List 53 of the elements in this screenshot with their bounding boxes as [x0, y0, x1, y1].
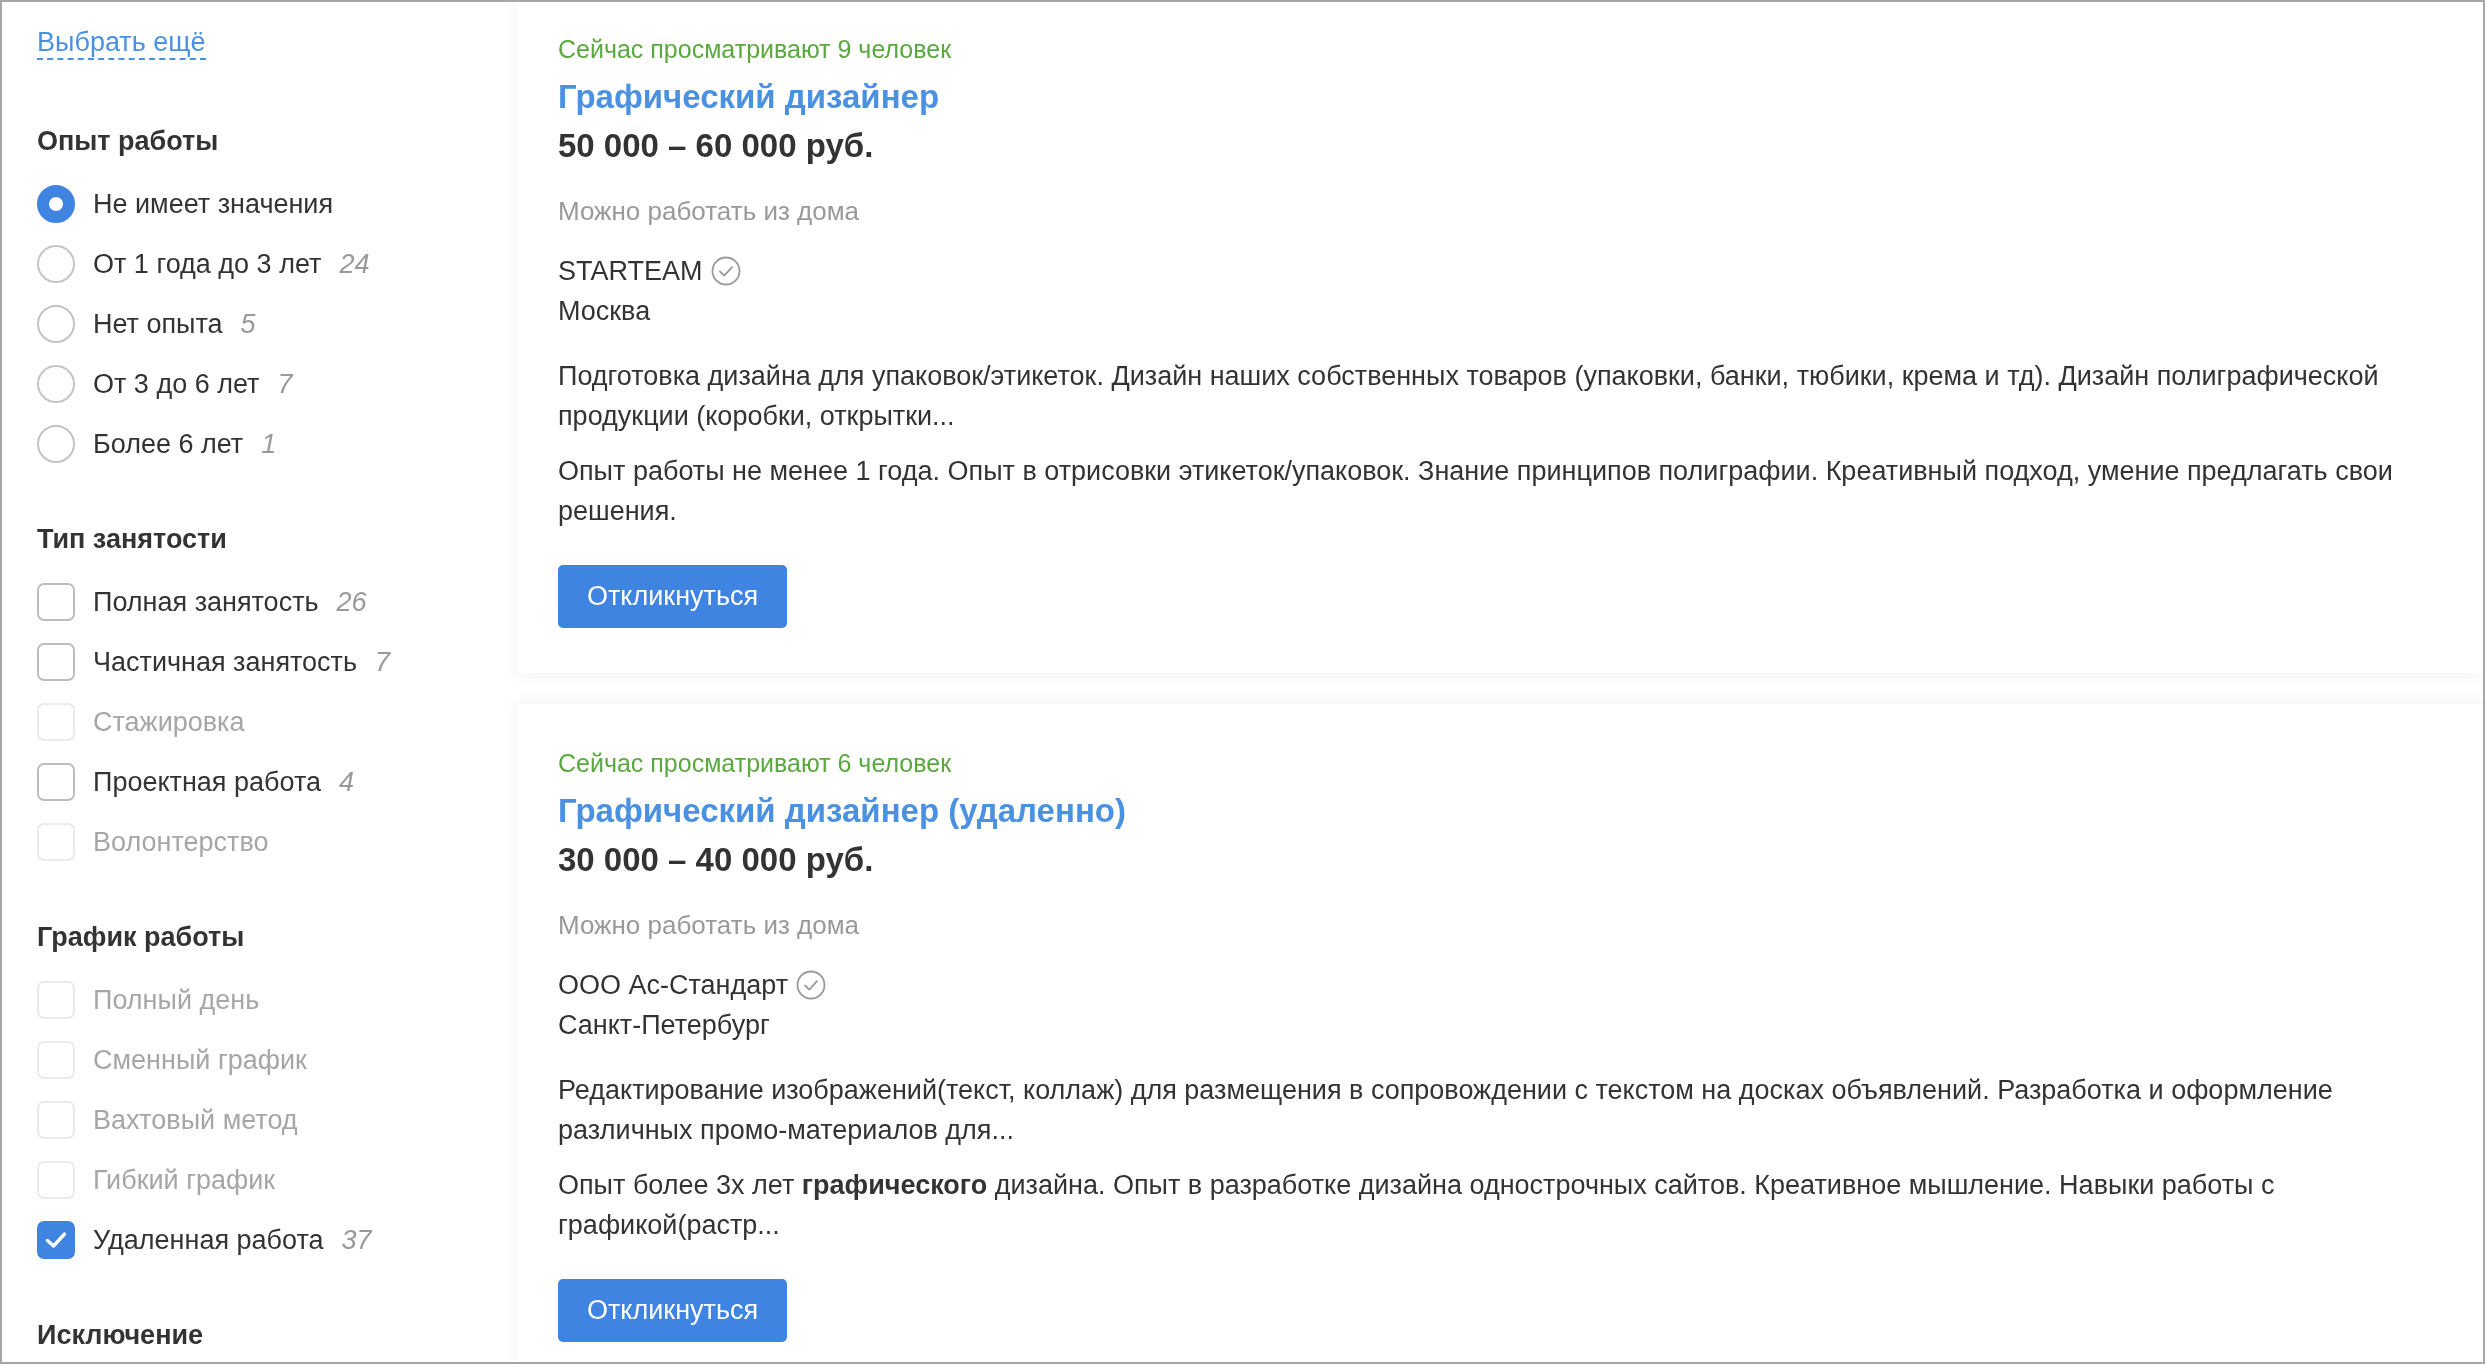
option-label: Вахтовый метод	[93, 1104, 298, 1137]
option-label[interactable]: Полная занятость	[93, 584, 319, 620]
radio-button[interactable]	[37, 365, 75, 403]
city-text: Санкт-Петербург	[558, 1009, 770, 1042]
option-label[interactable]: Частичная занятость	[93, 644, 357, 680]
checkbox[interactable]	[37, 643, 75, 681]
respond-button[interactable]: Откликнуться	[558, 1279, 788, 1342]
checkbox[interactable]	[37, 763, 75, 801]
filter-heading: Тип занятости	[37, 523, 227, 556]
company-name[interactable]: STARTEAM	[558, 251, 703, 291]
option-count: 4	[339, 766, 354, 799]
radio-button[interactable]	[37, 425, 75, 463]
option-label: Полный день	[93, 984, 260, 1017]
option-count: 24	[339, 248, 370, 281]
requirements-text: Опыт работы не менее 1 года. Опыт в отрисовки этикеток/упаковок. Знание принципов полиграфии. Креативный подход, умение предлагать свои решения.	[558, 455, 2394, 528]
viewers-text: Сейчас просматривают 9 человек	[558, 34, 952, 65]
check-icon	[45, 1231, 67, 1249]
salary-text: 30 000 – 40 000 руб.	[558, 840, 874, 880]
option-label[interactable]: От 3 до 6 лет	[93, 366, 260, 402]
filter-heading: Опыт работы	[37, 125, 219, 158]
option-label: Гибкий график	[93, 1164, 276, 1197]
option-label[interactable]: Не имеет значения	[93, 186, 334, 222]
description-text: Редактирование изображений(текст, коллаж) для размещения в сопровождении с текстом на досках объявлений. Разработка и оформление различных промо-материалов для...	[558, 1074, 2334, 1147]
option-count: 7	[277, 368, 293, 401]
filter-heading: График работы	[37, 921, 245, 954]
description-text: Подготовка дизайна для упаковок/этикеток. Дизайн наших собственных товаров (упаковки, банки, тюбики, крема и тд). Дизайн полиграфической продукции (коробки, открытки...	[558, 360, 2380, 433]
option-count: 7	[375, 646, 391, 679]
radio-button[interactable]	[37, 185, 75, 223]
option-label[interactable]: Удаленная работа	[93, 1222, 324, 1258]
city-text: Москва	[558, 295, 651, 328]
option-count: 5	[240, 308, 256, 341]
option-label[interactable]: Более 6 лет	[93, 426, 244, 462]
checkbox[interactable]	[37, 1221, 75, 1259]
option-count: 37	[341, 1224, 372, 1257]
filter-heading: Исключение	[37, 1319, 204, 1352]
radio-button[interactable]	[37, 305, 75, 343]
salary-text: 50 000 – 60 000 руб.	[558, 126, 874, 166]
option-label[interactable]: Нет опыта	[93, 306, 223, 342]
remote-note: Можно работать из дома	[558, 195, 860, 228]
respond-button[interactable]: Откликнуться	[558, 565, 788, 628]
radio-button[interactable]	[37, 245, 75, 283]
option-count: 26	[336, 586, 367, 619]
requirements-text: Опыт более 3х лет графического дизайна. Опыт в разработке дизайна однострочных сайтов. Креативное мышление. Навыки работы с графикой(растр...	[558, 1169, 2276, 1242]
viewers-text: Сейчас просматривают 6 человек	[558, 748, 952, 779]
option-count: 1	[261, 428, 277, 461]
company-name[interactable]: ООО Ас-Стандарт	[558, 965, 789, 1005]
remote-note: Можно работать из дома	[558, 909, 860, 942]
option-label[interactable]: От 1 года до 3 лет	[93, 246, 322, 282]
option-label: Волонтерство	[93, 826, 269, 859]
option-label: Стажировка	[93, 706, 245, 739]
option-label[interactable]: Проектная работа	[93, 764, 321, 800]
option-label: Сменный график	[93, 1044, 307, 1077]
checkbox[interactable]	[37, 583, 75, 621]
